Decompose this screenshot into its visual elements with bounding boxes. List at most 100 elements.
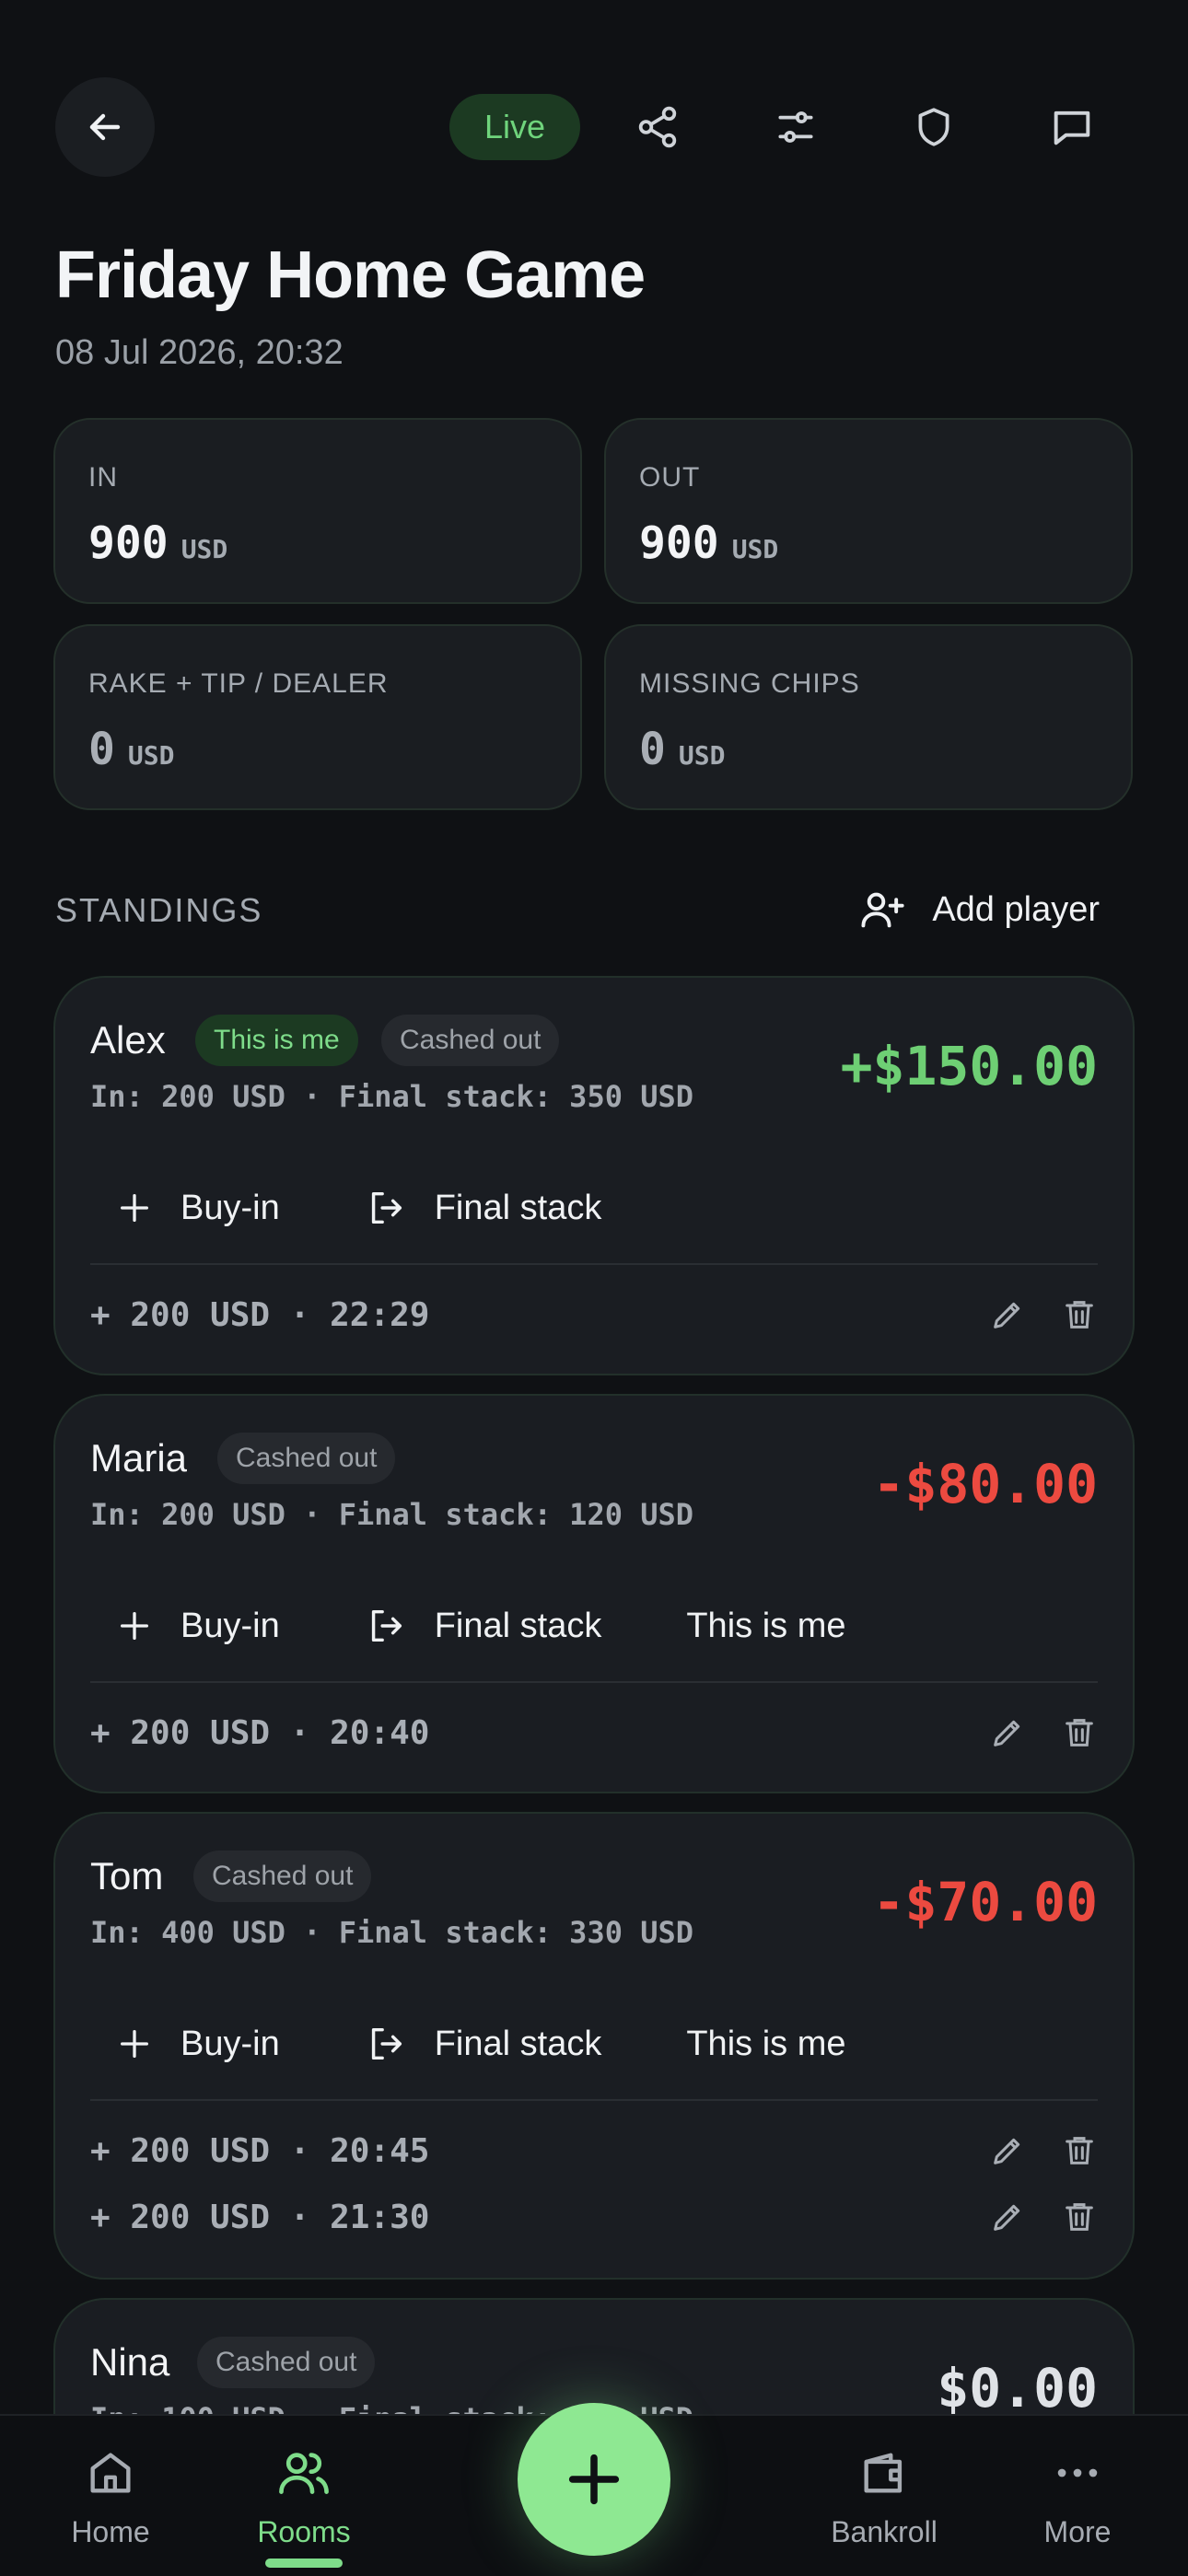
stat-value: 900	[639, 517, 719, 569]
stat-label: RAKE + TIP / DEALER	[88, 668, 389, 699]
security-button[interactable]	[906, 99, 961, 155]
buy-in-label: Buy-in	[181, 1606, 280, 1645]
home-icon	[90, 2453, 131, 2493]
player-name: Nina	[90, 2340, 170, 2384]
add-fab-button[interactable]	[518, 2403, 670, 2556]
nav-label: Home	[71, 2515, 150, 2548]
buy-in-entry: + 200 USD · 21:30	[90, 2189, 1098, 2245]
exit-icon	[371, 1191, 402, 1224]
final-stack-button[interactable]: Final stack	[365, 1187, 602, 1229]
buy-in-label: Buy-in	[181, 1188, 280, 1227]
users-icon	[279, 2453, 329, 2494]
back-arrow-icon	[89, 113, 121, 141]
final-stack-label: Final stack	[434, 1606, 602, 1645]
stat-label: IN	[88, 462, 118, 493]
stat-value: 900	[88, 517, 169, 569]
plus-icon	[121, 1194, 148, 1222]
add-user-icon	[861, 892, 904, 928]
stat-label: MISSING CHIPS	[639, 668, 860, 699]
player-profit: -$70.00	[872, 1871, 1098, 1933]
add-player-label: Add player	[932, 889, 1100, 929]
stat-value: 0	[88, 724, 115, 775]
live-status-badge: Live	[449, 94, 580, 160]
settings-button[interactable]	[768, 99, 823, 155]
edit-icon[interactable]	[989, 2132, 1026, 2169]
buy-in-button[interactable]: Buy-in	[116, 2025, 280, 2064]
stat-card-out: OUT 900 USD	[604, 418, 1133, 604]
plus-icon	[568, 2454, 620, 2505]
stat-unit: USD	[181, 534, 228, 564]
more-icon	[1057, 2468, 1098, 2477]
shield-icon	[918, 108, 949, 146]
player-profit: $0.00	[937, 2357, 1098, 2419]
buy-in-entry: + 200 USD · 20:40	[90, 1705, 1098, 1760]
delete-icon[interactable]	[1061, 2132, 1098, 2169]
active-indicator	[265, 2559, 343, 2568]
status-badge: Cashed out	[217, 1433, 396, 1484]
player-profit: +$150.00	[840, 1035, 1098, 1097]
player-name: Tom	[90, 1854, 164, 1897]
nav-home[interactable]: Home	[18, 2416, 203, 2576]
this-is-me-button[interactable]: This is me	[686, 1607, 845, 1646]
this-is-me-label: This is me	[686, 1606, 846, 1645]
buy-in-entry: + 200 USD · 20:45	[90, 2123, 1098, 2178]
plus-icon	[121, 2030, 148, 2058]
final-stack-label: Final stack	[434, 2024, 602, 2063]
player-profit: -$80.00	[872, 1453, 1098, 1515]
this-is-me-button[interactable]: This is me	[686, 2025, 845, 2064]
exit-icon	[371, 2027, 402, 2060]
nav-label: Bankroll	[831, 2515, 938, 2548]
player-name: Alex	[90, 1018, 166, 1062]
stat-unit: USD	[127, 740, 175, 771]
final-stack-button[interactable]: Final stack	[365, 1605, 602, 1647]
buy-in-entry-text: + 200 USD · 22:29	[90, 1295, 430, 1334]
chat-icon	[1054, 110, 1090, 145]
nav-label: Rooms	[257, 2515, 351, 2548]
player-summary: In: 200 USD · Final stack: 120 USD	[90, 1497, 694, 1532]
chat-button[interactable]	[1044, 99, 1100, 155]
status-badge: Cashed out	[193, 1851, 372, 1902]
status-badge: Cashed out	[381, 1015, 560, 1066]
final-stack-button[interactable]: Final stack	[365, 2023, 602, 2065]
delete-icon[interactable]	[1061, 2199, 1098, 2235]
nav-bankroll[interactable]: Bankroll	[792, 2416, 976, 2576]
nav-rooms[interactable]: Rooms	[212, 2416, 396, 2576]
back-button[interactable]	[55, 77, 155, 177]
player-card-alex[interactable]: Alex This is me Cashed out In: 200 USD ·…	[53, 976, 1135, 1375]
stat-value: 0	[639, 724, 666, 775]
stat-unit: USD	[731, 534, 779, 564]
delete-icon[interactable]	[1061, 1296, 1098, 1333]
final-stack-label: Final stack	[434, 1188, 602, 1227]
buy-in-button[interactable]: Buy-in	[116, 1607, 280, 1646]
stat-unit: USD	[678, 740, 726, 771]
share-button[interactable]	[630, 99, 685, 155]
this-is-me-label: This is me	[686, 2024, 846, 2063]
divider	[90, 1681, 1098, 1683]
plus-icon	[121, 1612, 148, 1640]
edit-icon[interactable]	[989, 2199, 1026, 2235]
edit-icon[interactable]	[989, 1296, 1026, 1333]
buy-in-entry-text: + 200 USD · 20:40	[90, 1713, 430, 1752]
delete-icon[interactable]	[1061, 1714, 1098, 1751]
buy-in-entry: + 200 USD · 22:29	[90, 1287, 1098, 1342]
nav-label: More	[1043, 2515, 1112, 2548]
add-player-button[interactable]: Add player	[858, 886, 1100, 934]
buy-in-button[interactable]: Buy-in	[116, 1189, 280, 1228]
edit-icon[interactable]	[989, 1714, 1026, 1751]
divider	[90, 1263, 1098, 1265]
stat-card-missing-chips: MISSING CHIPS 0 USD	[604, 624, 1133, 810]
standings-heading: STANDINGS	[55, 891, 263, 929]
player-summary: In: 400 USD · Final stack: 330 USD	[90, 1915, 694, 1950]
status-badge: Cashed out	[197, 2337, 376, 2388]
player-card-tom[interactable]: Tom Cashed out In: 400 USD · Final stack…	[53, 1812, 1135, 2280]
this-is-me-badge: This is me	[195, 1015, 358, 1066]
wallet-icon	[864, 2453, 903, 2493]
nav-more[interactable]: More	[985, 2416, 1170, 2576]
player-card-maria[interactable]: Maria Cashed out In: 200 USD · Final sta…	[53, 1394, 1135, 1793]
exit-icon	[371, 1609, 402, 1642]
player-name: Maria	[90, 1436, 188, 1479]
buy-in-label: Buy-in	[181, 2024, 280, 2063]
stat-card-rake: RAKE + TIP / DEALER 0 USD	[53, 624, 582, 810]
sliders-icon	[778, 111, 813, 143]
divider	[90, 2099, 1098, 2101]
